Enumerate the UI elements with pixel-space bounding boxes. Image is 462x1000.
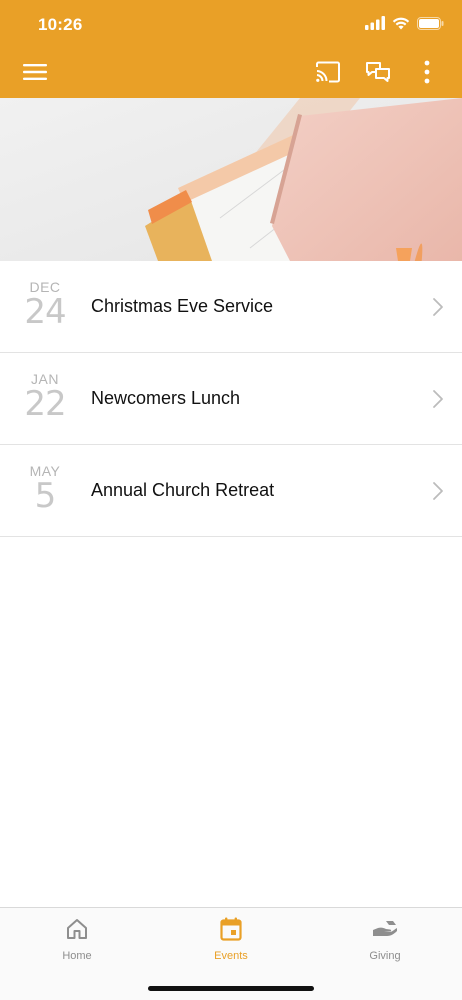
cast-icon xyxy=(315,61,341,88)
event-row-annual-church-retreat[interactable]: MAY 5 Annual Church Retreat xyxy=(0,445,462,537)
event-row-christmas-eve-service[interactable]: DEC 24 Christmas Eve Service xyxy=(0,261,462,353)
signal-icon xyxy=(365,16,385,35)
tab-home-label: Home xyxy=(62,950,92,962)
status-time: 10:26 xyxy=(38,15,83,34)
tab-events-label: Events xyxy=(214,950,248,962)
tab-giving[interactable]: Giving xyxy=(340,916,430,976)
wifi-icon xyxy=(392,16,410,35)
battery-icon xyxy=(417,16,444,35)
more-options-button[interactable] xyxy=(405,50,449,98)
more-vertical-icon xyxy=(424,60,430,89)
event-title: Annual Church Retreat xyxy=(91,480,275,500)
date-badge: JAN 22 xyxy=(20,371,70,427)
chat-button[interactable] xyxy=(356,50,400,98)
event-title: Christmas Eve Service xyxy=(91,296,274,316)
cast-button[interactable] xyxy=(306,50,350,98)
event-day: 24 xyxy=(24,292,66,332)
date-badge: DEC 24 xyxy=(20,279,70,335)
app-bar xyxy=(0,50,462,98)
tab-events[interactable]: Events xyxy=(186,916,276,976)
chevron-right-icon xyxy=(432,297,444,317)
home-icon xyxy=(66,918,88,945)
home-indicator xyxy=(148,986,314,991)
giving-hand-icon xyxy=(372,920,398,943)
event-day: 22 xyxy=(24,384,66,424)
menu-button[interactable] xyxy=(13,50,57,98)
status-bar: 10:26 xyxy=(0,0,462,50)
tab-home[interactable]: Home xyxy=(32,916,122,976)
date-badge: MAY 5 xyxy=(20,463,70,519)
status-icons xyxy=(365,16,444,35)
menu-icon xyxy=(23,63,47,86)
event-day: 5 xyxy=(34,476,57,516)
calendar-icon xyxy=(220,917,242,946)
chat-icon xyxy=(365,61,391,88)
chevron-right-icon xyxy=(432,389,444,409)
hero-banner xyxy=(0,98,462,261)
notebook-desk-photo xyxy=(0,98,462,261)
event-title: Newcomers Lunch xyxy=(91,388,241,408)
chevron-right-icon xyxy=(432,481,444,501)
tab-giving-label: Giving xyxy=(369,950,401,962)
tab-bar: Home Events Giving xyxy=(0,907,462,1000)
event-list: DEC 24 Christmas Eve Service JAN 22 Newc… xyxy=(0,261,462,537)
event-row-newcomers-lunch[interactable]: JAN 22 Newcomers Lunch xyxy=(0,353,462,445)
